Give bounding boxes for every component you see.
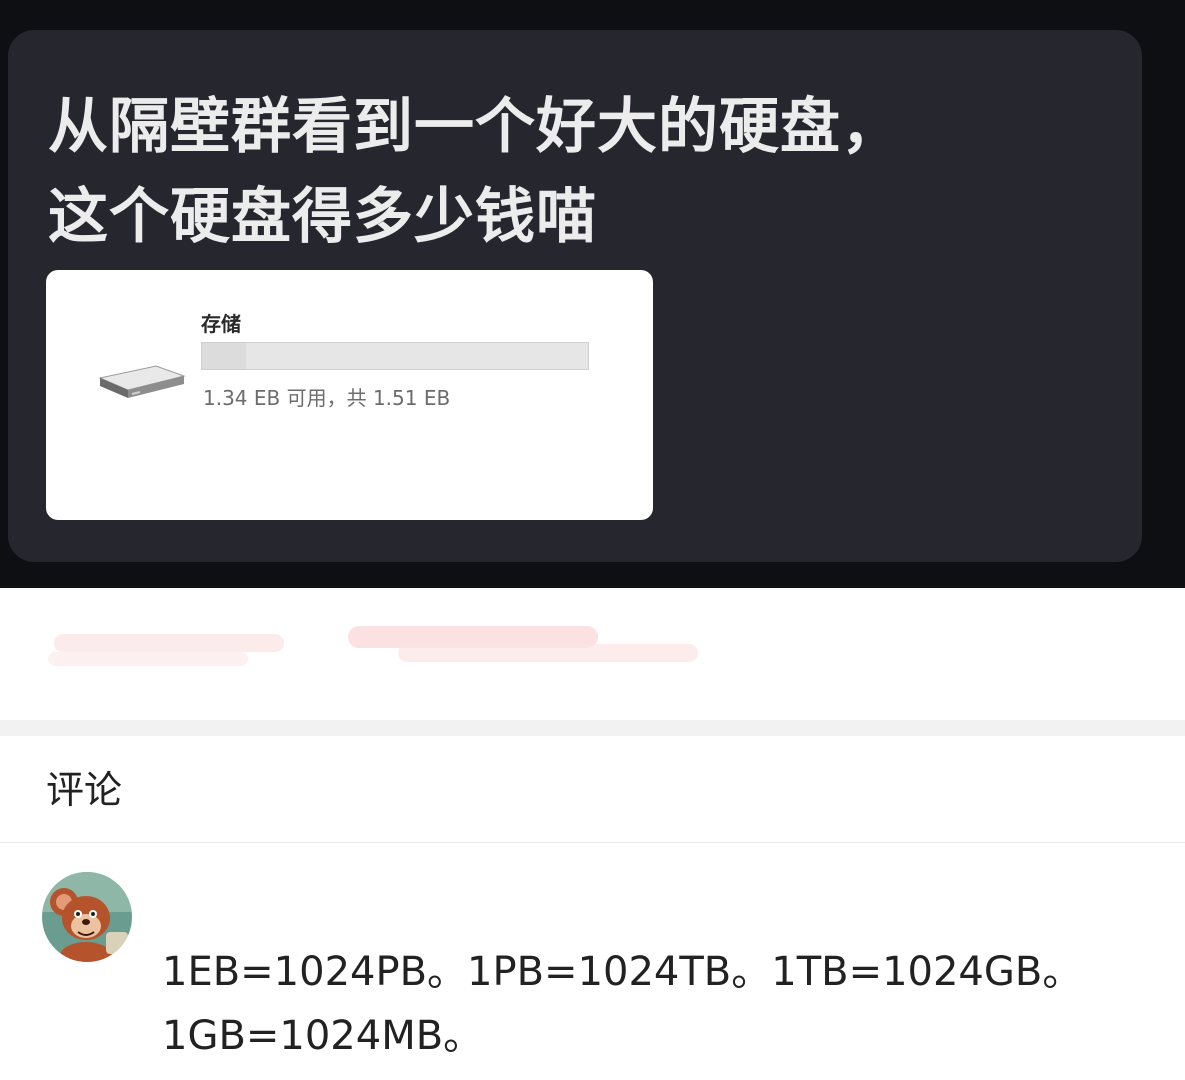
section-divider — [0, 720, 1185, 736]
cartoon-mouse-avatar-icon — [42, 872, 132, 962]
watermark-smear — [48, 626, 698, 666]
comment-text: 1EB=1024PB。1PB=1024TB。1TB=1024GB。 1GB=10… — [162, 949, 1083, 1059]
storage-capacity-text: 1.34 EB 可用，共 1.51 EB — [203, 386, 451, 410]
hard-drive-icon — [98, 365, 186, 398]
comments-header-divider — [0, 842, 1185, 843]
commenter-avatar[interactable] — [42, 872, 132, 962]
storage-title: 存储 — [201, 312, 241, 336]
storage-card: 存储 1.34 EB 可用，共 1.51 EB — [46, 270, 653, 520]
message-text: 从隔壁群看到一个好大的硬盘， 这个硬盘得多少钱喵 — [48, 92, 902, 252]
storage-usage-fill — [202, 343, 246, 369]
post-image[interactable]: 从隔壁群看到一个好大的硬盘， 这个硬盘得多少钱喵 存储 1.34 EB 可用，共… — [0, 0, 1185, 588]
storage-usage-bar — [201, 342, 589, 370]
chat-bubble: 从隔壁群看到一个好大的硬盘， 这个硬盘得多少钱喵 存储 1.34 EB 可用，共… — [8, 30, 1142, 562]
comments-header: 评论 — [46, 768, 123, 812]
